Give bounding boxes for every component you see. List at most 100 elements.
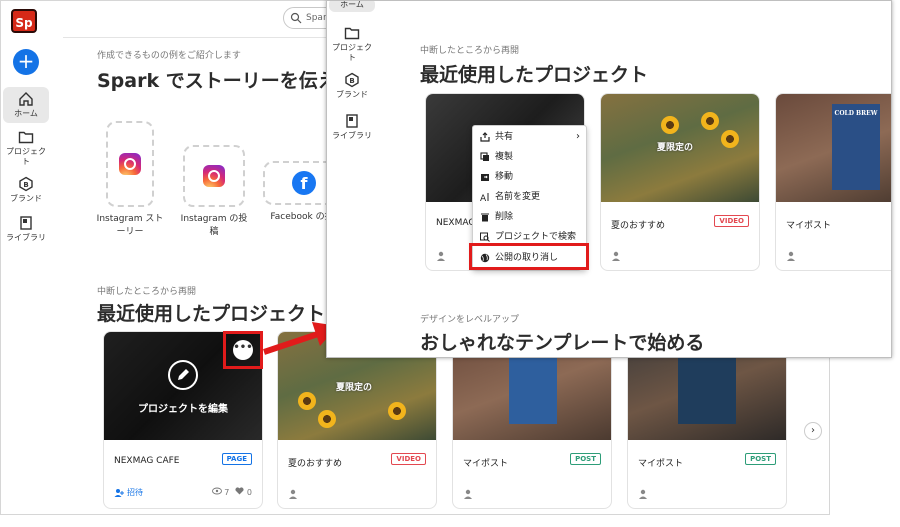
project-title: マイポスト	[463, 459, 509, 469]
project-type-badge: VIDEO	[391, 453, 426, 465]
project-title: NEXMAG CAFE	[114, 456, 180, 466]
screenshot-stage: Sp + ホーム プロジェクト B ブランド ライブラリ Spark 作成できる…	[0, 0, 900, 527]
project-type-badge: POST	[745, 453, 776, 465]
sidebar-item-projects[interactable]: プロジェクト	[329, 25, 375, 63]
menu-item-delete[interactable]: 削除	[473, 207, 586, 227]
sidebar-item-label: プロジェクト	[6, 147, 46, 166]
invite-user-icon[interactable]	[288, 488, 300, 500]
recent-subtitle: 中断したところから再開	[420, 46, 520, 56]
invite-label: 招待	[127, 488, 143, 497]
invite-link[interactable]: 招待	[114, 487, 143, 498]
rename-icon: A	[480, 193, 489, 202]
thumbnail-caption: 夏限定の	[657, 143, 694, 153]
menu-item-duplicate[interactable]: 複製	[473, 147, 586, 167]
recent-subtitle: 中断したところから再開	[97, 287, 197, 297]
like-count: 0	[235, 487, 252, 497]
share-icon	[480, 132, 490, 142]
sunflower-image	[701, 112, 719, 130]
more-options-button[interactable]: •••	[233, 340, 253, 360]
sidebar-item-label: ホーム	[14, 109, 38, 118]
thumbnail-caption: 夏限定の	[336, 383, 373, 393]
folder-icon	[344, 27, 360, 40]
invite-user-icon[interactable]	[638, 488, 650, 500]
invite-user-icon[interactable]	[611, 250, 623, 262]
sidebar-item-label: プロジェクト	[332, 43, 372, 62]
poster-image	[678, 352, 736, 424]
template-instagram-story[interactable]: Instagram スト ーリー	[91, 121, 169, 239]
sidebar-item-label: ブランド	[10, 194, 42, 203]
invite-user-icon[interactable]	[436, 250, 448, 262]
menu-item-rename[interactable]: A 名前を変更	[473, 187, 586, 207]
heart-icon	[235, 487, 244, 495]
spark-logo[interactable]: Sp	[11, 9, 37, 33]
menu-item-share[interactable]: 共有 ›	[473, 127, 586, 147]
recent-title: 最近使用したプロジェクト	[420, 64, 649, 86]
project-card-mypost[interactable]: COLD BREW マイポスト	[775, 93, 891, 271]
instagram-icon	[203, 165, 225, 187]
project-title: 夏のおすすめ	[611, 221, 666, 231]
sidebar-item-label: ライブラリ	[6, 233, 46, 242]
menu-item-label: 削除	[495, 212, 514, 222]
template-instagram-post[interactable]: Instagram の投 稿	[175, 145, 253, 239]
carousel-next-button[interactable]: ›	[804, 422, 822, 440]
brand-icon: B	[19, 176, 33, 192]
menu-item-move[interactable]: 移動	[473, 167, 586, 187]
left-sidebar: ホーム プロジェクト B ブランド ライブラリ	[327, 1, 375, 357]
sidebar-item-label: ホーム	[340, 0, 364, 9]
poster-image: COLD BREW	[832, 104, 880, 190]
edit-pencil-icon[interactable]	[168, 360, 198, 390]
template-label: Instagram の投	[180, 214, 248, 224]
templates-title: おしゃれなテンプレートで始める	[420, 332, 705, 354]
project-type-badge: PAGE	[221, 453, 252, 465]
invite-user-icon[interactable]	[786, 250, 798, 262]
chevron-right-icon: ›	[576, 131, 580, 142]
folder-icon	[18, 131, 34, 144]
template-label: 稿	[209, 227, 219, 237]
move-icon	[481, 174, 489, 181]
template-label: ーリー	[116, 227, 144, 237]
sidebar-item-library[interactable]: ライブラリ	[329, 113, 375, 141]
sunflower-image	[721, 130, 739, 148]
sunflower-image	[661, 116, 679, 134]
sidebar-item-brand[interactable]: B ブランド	[3, 176, 49, 204]
menu-item-label: プロジェクトで検索	[495, 232, 577, 242]
search-icon	[290, 12, 302, 24]
sidebar-item-library[interactable]: ライブラリ	[3, 215, 49, 243]
project-card-summer[interactable]: 夏限定の 夏のおすすめ VIDEO	[600, 93, 760, 271]
menu-item-label: 移動	[495, 172, 514, 182]
unpublish-highlight	[469, 243, 589, 270]
project-thumbnail: 夏限定の	[601, 94, 759, 202]
facebook-icon: f	[292, 171, 316, 195]
menu-item-label: 共有	[495, 132, 514, 142]
project-title: マイポスト	[638, 459, 684, 469]
instagram-icon	[119, 153, 141, 175]
view-count: 7	[211, 487, 229, 497]
sunflower-image	[388, 402, 406, 420]
project-title: マイポスト	[786, 221, 832, 231]
template-label: Instagram スト	[96, 214, 164, 224]
template-preview	[106, 121, 154, 207]
sidebar-item-brand[interactable]: B ブランド	[329, 72, 375, 100]
edit-project-label[interactable]: プロジェクトを編集	[104, 400, 262, 415]
sidebar-item-home[interactable]: ホーム	[329, 0, 375, 12]
create-button[interactable]: +	[13, 49, 39, 75]
menu-item-label: 名前を変更	[495, 192, 541, 202]
home-icon	[19, 92, 33, 106]
invite-user-icon[interactable]	[463, 488, 475, 500]
project-title: NEXMAG	[436, 218, 476, 228]
project-thumbnail: COLD BREW	[776, 94, 891, 202]
menu-item-label: 複製	[495, 152, 514, 162]
trash-icon	[481, 213, 489, 222]
sunflower-image	[298, 392, 316, 410]
library-icon	[20, 216, 32, 230]
project-stats: 7 0	[211, 487, 252, 497]
project-type-badge: POST	[570, 453, 601, 465]
duplicate-icon	[480, 152, 489, 161]
sidebar-item-projects[interactable]: プロジェクト	[3, 129, 49, 167]
project-title: 夏のおすすめ	[288, 459, 343, 469]
template-preview	[183, 145, 245, 207]
templates-subtitle: 作成できるものの例をご紹介します	[97, 51, 241, 61]
sidebar-item-home[interactable]: ホーム	[3, 87, 49, 123]
search-project-icon	[480, 232, 490, 242]
poster-image	[509, 352, 557, 424]
